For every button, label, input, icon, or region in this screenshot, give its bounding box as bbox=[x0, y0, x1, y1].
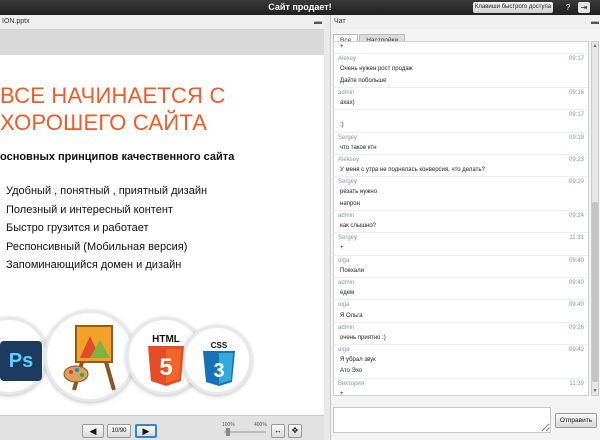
slide-bullet: Удобный , понятный , приятный дизайн bbox=[6, 185, 208, 197]
chat-header: Чат ▬ bbox=[331, 15, 600, 29]
chat-message-text: едем bbox=[340, 290, 355, 297]
chat-message-text: очень приятно :) bbox=[340, 334, 386, 341]
scrollbar-thumb[interactable] bbox=[592, 202, 598, 382]
chat-message-text: + bbox=[340, 44, 344, 50]
easel-paint-icon bbox=[63, 325, 116, 391]
top-bar: Сайт продает! Клавиши быстрого доступа ?… bbox=[0, 0, 600, 15]
chat-message-text: как слышно? bbox=[340, 223, 376, 229]
minimize-icon[interactable]: ▬ bbox=[314, 17, 322, 26]
chat-message-row: admin 09:16 bbox=[334, 86, 588, 98]
css3-number: 3 bbox=[213, 360, 224, 382]
chat-message-row: Я убрал звук bbox=[334, 355, 588, 366]
html5-number: 5 bbox=[159, 354, 172, 381]
scroll-down-icon[interactable]: ▼ bbox=[592, 387, 598, 395]
send-button[interactable]: Отправить bbox=[555, 413, 597, 428]
chat-message-row: Alexey 09:17 bbox=[334, 53, 588, 64]
chat-message-row: Дайте побольше bbox=[334, 76, 588, 87]
slide-heading-line2: ХОРОШЕГО САЙТА bbox=[0, 110, 208, 135]
chat-message-row: + bbox=[334, 243, 588, 254]
chat-message-row: Sergey 09:19 bbox=[334, 131, 588, 143]
page-indicator[interactable]: 10/90 bbox=[107, 424, 131, 438]
chat-message-row: ахах) bbox=[334, 98, 588, 109]
chat-message-text: Ато Эхо bbox=[340, 368, 363, 375]
chat-message-text: напрон bbox=[340, 200, 360, 207]
css3-icon: CSS 3 bbox=[203, 341, 235, 386]
chat-message-text: Очень нужен рост продаж bbox=[340, 66, 413, 73]
prev-slide-button[interactable]: ◀ bbox=[82, 424, 104, 438]
slide-bullet: Полезный и интересный контент bbox=[6, 203, 173, 216]
chat-message-text: ахах) bbox=[340, 99, 355, 106]
presentation-header: ION.pptx ▬ bbox=[0, 15, 324, 30]
fit-width-icon[interactable]: ↔ bbox=[271, 424, 285, 438]
css3-label: CSS bbox=[211, 341, 228, 350]
chat-message-row: + bbox=[334, 42, 588, 53]
slide-subtitle: основных принципов качественного сайта bbox=[0, 151, 235, 163]
chat-message-row: резать нужно bbox=[334, 187, 588, 198]
pan-icon[interactable]: ✥ bbox=[288, 424, 302, 438]
chat-message-row: очень приятно :) bbox=[334, 333, 588, 344]
chat-message-text: резать нужно bbox=[340, 189, 378, 196]
chat-message-row: что такое ктн bbox=[334, 143, 588, 154]
chat-message-row: admin 09:26 bbox=[334, 321, 588, 333]
chat-scrollbar[interactable]: ▲ ▼ bbox=[591, 41, 599, 396]
chat-message-row: olga 09:40 bbox=[334, 254, 588, 266]
minimize-icon[interactable]: ▬ bbox=[591, 17, 599, 26]
chat-message-row: Ато Эхо bbox=[334, 366, 588, 377]
chat-message-row: Очень нужен рост продаж bbox=[334, 64, 588, 75]
chat-message-text: Поехали bbox=[340, 267, 364, 274]
chat-tabs: ВсеНастройки bbox=[333, 29, 406, 46]
photoshop-icon: Ps bbox=[0, 341, 42, 381]
chat-message-row: напрон bbox=[334, 199, 588, 210]
chat-message-row: У меня с утра не поднялась конверсия, чт… bbox=[334, 165, 588, 176]
chat-message-row: olga 09:42 bbox=[334, 344, 588, 355]
chat-message-row: Я Ольга bbox=[334, 311, 588, 322]
html5-label: HTML bbox=[152, 334, 180, 345]
chat-message-list[interactable]: + Alexey 09:17 Очень нужен рост продаж Дайте… bbox=[333, 41, 589, 396]
chat-message-text: что такое ктн bbox=[340, 144, 377, 151]
exit-icon[interactable]: ⇥ bbox=[578, 2, 590, 13]
html5-icon: HTML 5 bbox=[148, 334, 184, 386]
slide-navigation: ◀ 10/90 ▶ 100% 400% ↔ ✥ bbox=[0, 415, 324, 440]
chat-message-text: + bbox=[340, 245, 344, 252]
chat-pane: Чат ▬ ВсеНастройки + Alexey09:17 Очень нуж… bbox=[330, 15, 600, 440]
scroll-up-icon[interactable]: ▲ bbox=[592, 42, 598, 50]
zoom-max-label: 400% bbox=[254, 422, 267, 428]
chat-message-row: olga 09:40 bbox=[334, 299, 588, 310]
chat-message-input[interactable] bbox=[333, 407, 551, 433]
chat-message-text: Дайте побольше bbox=[340, 77, 387, 84]
slide-heading-line1: ВСЕ НАЧИНАЕТСЯ С bbox=[0, 83, 226, 108]
presentation-pane: ION.pptx ▬ ВСЕ НАЧИНАЕТСЯ С ХОРОШЕГО САЙ… bbox=[0, 15, 324, 440]
slide: ВСЕ НАЧИНАЕТСЯ С ХОРОШЕГО САЙТА основных… bbox=[0, 55, 324, 415]
chat-message-text: Я убрал звук bbox=[340, 357, 376, 364]
chat-message-row: :) bbox=[334, 120, 588, 131]
chat-title: Чат bbox=[334, 18, 346, 25]
chat-message-row: едем bbox=[334, 288, 588, 299]
slide-bullet: Респонсивный (Мобильная версия) bbox=[6, 240, 188, 253]
presentation-filename: ION.pptx bbox=[2, 18, 30, 25]
chat-message-row: 09:17 bbox=[334, 109, 588, 120]
chat-message-row: admin 09:24 bbox=[334, 209, 588, 221]
zoom-slider-handle[interactable] bbox=[226, 428, 230, 436]
slide-bullet: Запоминающийся домен и дизайн bbox=[6, 259, 182, 271]
chat-message-text: У меня с утра не поднялась конверсия, чт… bbox=[340, 167, 485, 174]
zoom-slider[interactable] bbox=[224, 431, 266, 433]
chat-message-row: Aleksey 09:23 bbox=[334, 153, 588, 165]
hotkeys-button[interactable]: Клавиши быстрого доступа bbox=[473, 2, 553, 13]
slide-bullet: Быстро грузится и работает bbox=[6, 222, 149, 234]
chat-message-row: как слышно? bbox=[334, 221, 588, 232]
chat-message-row: Sergey 11:31 bbox=[334, 232, 588, 243]
chat-message-text: Я Ольга bbox=[340, 312, 363, 319]
chat-message-row: Sergey 09:20 bbox=[334, 176, 588, 187]
chat-message-row: Виктория 11:39 bbox=[334, 377, 588, 389]
next-slide-button[interactable]: ▶ bbox=[135, 424, 157, 438]
help-icon[interactable]: ? bbox=[562, 2, 574, 13]
chat-message-row: + bbox=[334, 389, 588, 396]
chat-message-row: Поехали bbox=[334, 266, 588, 277]
chat-message-row: admin 09:40 bbox=[334, 276, 588, 288]
slide-bullet-list: Удобный , понятный , приятный дизайн Пол… bbox=[6, 185, 207, 278]
chat-message-text: :) bbox=[340, 122, 344, 129]
chat-message-text: + bbox=[340, 390, 344, 396]
